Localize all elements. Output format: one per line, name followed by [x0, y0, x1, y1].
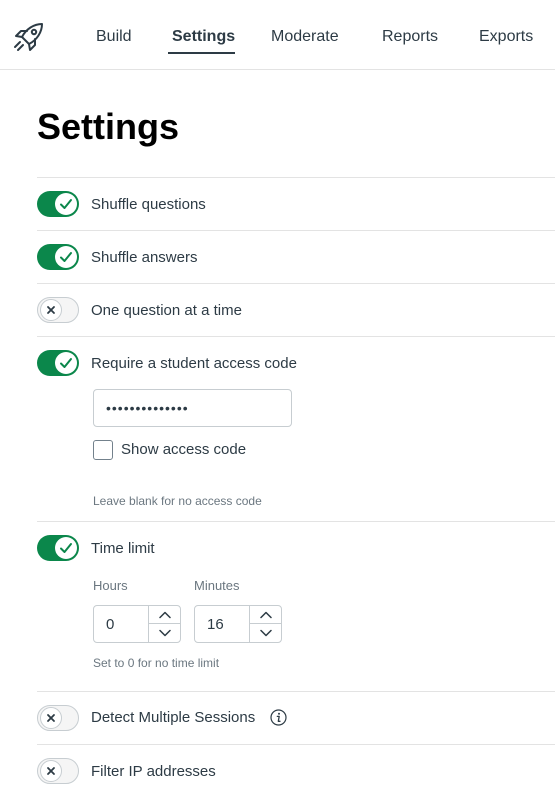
- chevron-down-icon: [158, 629, 171, 637]
- hours-label: Hours: [93, 578, 128, 593]
- tab-moderate[interactable]: Moderate: [271, 28, 339, 46]
- one-question-label: One question at a time: [91, 302, 242, 319]
- hours-increment-button[interactable]: [149, 606, 180, 624]
- divider: [37, 177, 555, 178]
- minutes-decrement-button[interactable]: [250, 624, 281, 642]
- page-title: Settings: [37, 106, 180, 147]
- hours-value[interactable]: 0: [106, 616, 114, 633]
- filter-ip-label: Filter IP addresses: [91, 763, 216, 780]
- check-icon: [60, 252, 72, 262]
- minutes-label: Minutes: [194, 578, 240, 593]
- access-code-hint: Leave blank for no access code: [93, 494, 262, 508]
- info-icon[interactable]: [270, 709, 287, 726]
- access-code-toggle[interactable]: [37, 350, 79, 376]
- show-access-code-label[interactable]: Show access code: [121, 441, 246, 458]
- tab-settings[interactable]: Settings: [172, 28, 235, 46]
- hours-stepper[interactable]: 0: [93, 605, 181, 643]
- shuffle-answers-label: Shuffle answers: [91, 249, 198, 266]
- chevron-up-icon: [158, 611, 171, 618]
- divider: [37, 336, 555, 337]
- check-icon: [60, 358, 72, 368]
- x-icon: [47, 714, 55, 722]
- access-code-input[interactable]: ••••••••••••••: [93, 389, 292, 427]
- divider: [37, 230, 555, 231]
- x-icon: [47, 306, 55, 314]
- detect-sessions-label: Detect Multiple Sessions: [91, 709, 256, 726]
- minutes-value[interactable]: 16: [207, 616, 224, 633]
- filter-ip-toggle[interactable]: [37, 758, 79, 784]
- divider: [37, 744, 555, 745]
- one-question-toggle[interactable]: [37, 297, 79, 323]
- detect-sessions-toggle[interactable]: [37, 705, 79, 731]
- divider: [37, 521, 555, 522]
- time-limit-toggle[interactable]: [37, 535, 79, 561]
- top-nav: Build Settings Moderate Reports Exports: [0, 0, 555, 70]
- tab-build[interactable]: Build: [96, 28, 132, 46]
- shuffle-questions-toggle[interactable]: [37, 191, 79, 217]
- divider: [37, 691, 555, 692]
- check-icon: [60, 199, 72, 209]
- show-access-code-checkbox[interactable]: [93, 440, 113, 460]
- tab-exports[interactable]: Exports: [479, 28, 533, 46]
- minutes-stepper[interactable]: 16: [194, 605, 282, 643]
- access-code-label: Require a student access code: [91, 355, 297, 372]
- hours-decrement-button[interactable]: [149, 624, 180, 642]
- rocket-icon[interactable]: [12, 20, 46, 54]
- check-icon: [60, 543, 72, 553]
- active-tab-indicator: [168, 52, 235, 54]
- minutes-increment-button[interactable]: [250, 606, 281, 624]
- divider: [37, 283, 555, 284]
- chevron-down-icon: [259, 629, 272, 637]
- chevron-up-icon: [259, 611, 272, 618]
- x-icon: [47, 767, 55, 775]
- shuffle-questions-label: Shuffle questions: [91, 196, 206, 213]
- tab-reports[interactable]: Reports: [382, 28, 438, 46]
- time-limit-hint: Set to 0 for no time limit: [93, 656, 220, 670]
- shuffle-answers-toggle[interactable]: [37, 244, 79, 270]
- time-limit-label: Time limit: [91, 540, 155, 557]
